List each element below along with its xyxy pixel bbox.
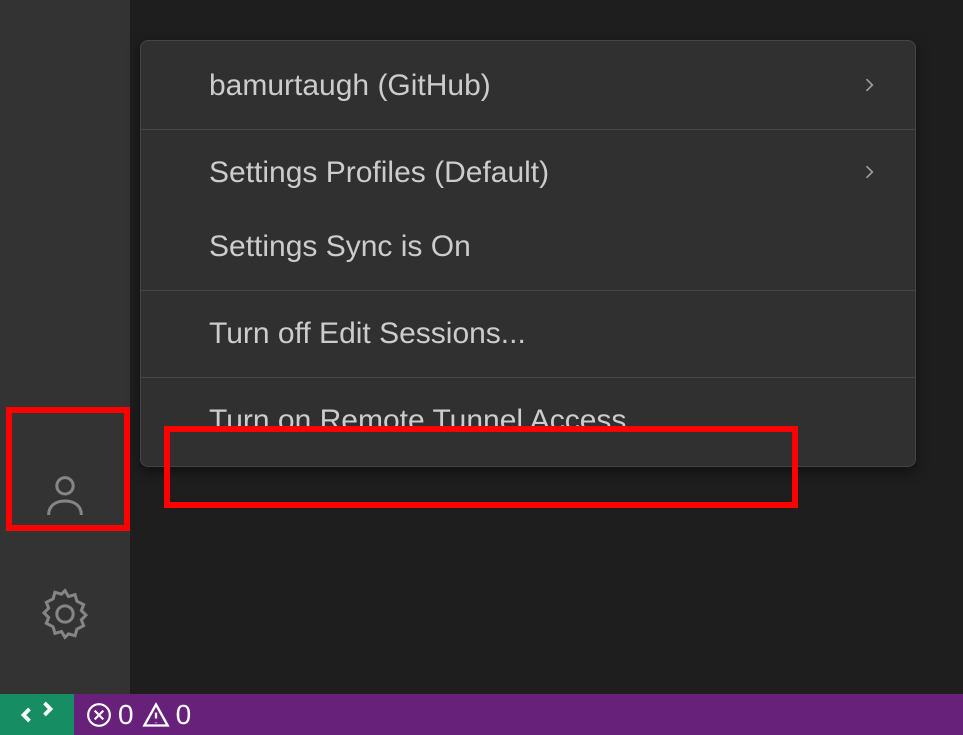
menu-divider [141,129,915,130]
remote-indicator[interactable] [0,694,74,735]
menu-item-label: Settings Sync is On [209,230,471,264]
menu-item-edit-sessions[interactable]: Turn off Edit Sessions... [141,297,915,371]
status-bar: 0 0 [0,694,963,735]
chevron-right-icon [859,156,879,190]
menu-divider [141,377,915,378]
menu-item-sync[interactable]: Settings Sync is On [141,210,915,284]
menu-item-remote-tunnel[interactable]: Turn on Remote Tunnel Access... [141,384,915,458]
menu-item-account[interactable]: bamurtaugh (GitHub) [141,49,915,123]
accounts-icon[interactable] [15,444,115,544]
accounts-context-menu: bamurtaugh (GitHub) Settings Profiles (D… [140,40,916,467]
settings-gear-icon[interactable] [15,564,115,664]
chevron-right-icon [859,69,879,103]
menu-item-label: Turn off Edit Sessions... [209,317,526,351]
status-errors[interactable]: 0 [86,699,134,731]
menu-item-label: Turn on Remote Tunnel Access... [209,404,651,438]
error-count: 0 [118,699,134,731]
menu-divider [141,290,915,291]
status-warnings[interactable]: 0 [142,699,192,731]
menu-item-label: bamurtaugh (GitHub) [209,69,491,103]
activity-bar [0,0,130,694]
menu-item-label: Settings Profiles (Default) [209,156,549,190]
menu-item-profiles[interactable]: Settings Profiles (Default) [141,136,915,210]
warning-count: 0 [176,699,192,731]
status-bar-main: 0 0 [74,694,963,735]
